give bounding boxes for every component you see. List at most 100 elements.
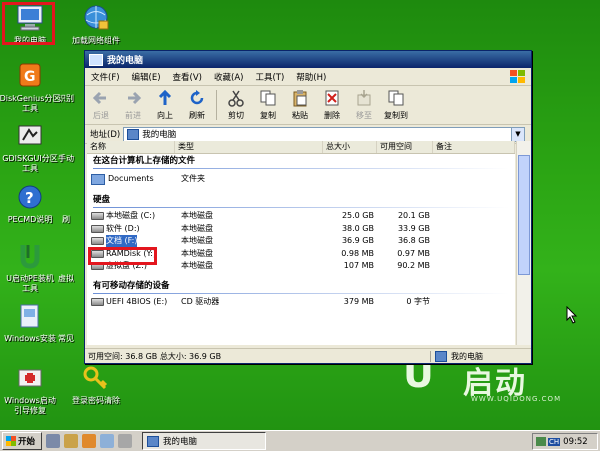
drive-total: 0.98 MB [341, 248, 374, 258]
copy-icon [260, 90, 276, 106]
title-bar[interactable]: 我的电脑 [85, 51, 531, 68]
start-button[interactable]: 开始 [2, 432, 42, 450]
file-list: 名称 类型 总大小 可用空间 备注 在这台计算机上存储的文件 Documents… [87, 141, 515, 345]
status-bar: 可用空间: 36.8 GB 总大小: 36.9 GB 我的电脑 [85, 348, 531, 363]
drive-free: 0.97 MB [397, 248, 430, 258]
up-button[interactable]: 向上 [149, 88, 181, 121]
drive-name: UEFI 4BIOS (E:) [106, 296, 168, 306]
drive-type: 本地磁盘 [181, 248, 213, 258]
refresh-button[interactable]: 刷新 [181, 88, 213, 121]
menu-favorites[interactable]: 收藏(A) [208, 71, 249, 83]
clock[interactable]: 09:52 [563, 437, 588, 447]
menu-edit[interactable]: 编辑(E) [126, 71, 167, 83]
paste-button[interactable]: 粘贴 [284, 88, 316, 121]
quicklaunch-tool-icon[interactable] [82, 434, 96, 448]
col-total[interactable]: 总大小 [323, 141, 377, 153]
col-name[interactable]: 名称 [87, 141, 175, 153]
menu-tools[interactable]: 工具(T) [249, 71, 290, 83]
taskbar: 开始 我的电脑 CH 09:52 [0, 430, 600, 451]
drive-total: 38.0 GB [341, 223, 374, 233]
partial-app-icon [51, 302, 81, 332]
gdiskgui-icon [15, 122, 45, 152]
cd-drive-icon [91, 297, 104, 306]
desktop-icon-partial-2[interactable]: 手动 [46, 122, 86, 164]
quicklaunch-disk-icon[interactable] [100, 434, 114, 448]
address-dropdown-icon[interactable]: ▼ [511, 127, 524, 141]
quicklaunch-eraser-icon[interactable] [118, 434, 132, 448]
col-free[interactable]: 可用空间 [377, 141, 433, 153]
address-label: 地址(D) [90, 130, 121, 140]
quicklaunch-pen-icon[interactable] [46, 434, 60, 448]
drive-row-d[interactable]: 软件 (D:) 本地磁盘 38.0 GB 33.9 GB [87, 223, 515, 236]
toolbar: 后退 前进 向上 刷新 剪切 复制 粘贴 删除 移至 复制到 [85, 86, 531, 125]
delete-icon [325, 90, 339, 106]
address-input[interactable]: 我的电脑 ▼ [123, 126, 525, 142]
delete-label: 删除 [324, 111, 340, 120]
cut-label: 剪切 [228, 111, 244, 120]
drive-row-e[interactable]: UEFI 4BIOS (E:) CD 驱动器 379 MB 0 字节 [87, 296, 515, 309]
desktop-icon-partial-3[interactable]: 刷 [46, 183, 86, 225]
move-to-label: 移至 [356, 111, 372, 120]
taskbar-computer-icon [147, 435, 159, 447]
status-text: 可用空间: 36.8 GB 总大小: 36.9 GB [85, 350, 431, 362]
forward-button[interactable]: 前进 [117, 88, 149, 121]
desktop-icon-label: 识别 [58, 94, 74, 103]
svg-text:?: ? [25, 189, 34, 207]
drive-free: 90.2 MB [397, 261, 430, 270]
scrollbar-thumb[interactable] [518, 155, 530, 275]
desktop-icon-partial-4[interactable]: 虚拟 [46, 242, 86, 284]
desktop-icon-label: 常见 [58, 334, 74, 343]
drive-total: 107 MB [343, 261, 374, 270]
desktop-icon-label: 刷 [62, 215, 70, 224]
status-computer-icon [435, 350, 447, 362]
desktop-icon-partial-1[interactable]: 识别 [46, 62, 86, 104]
drive-total: 36.9 GB [341, 236, 374, 245]
drive-row-c[interactable]: 本地磁盘 (C:) 本地磁盘 25.0 GB 20.1 GB [87, 210, 515, 223]
menu-file[interactable]: 文件(F) [85, 71, 126, 83]
taskbar-window-my-computer[interactable]: 我的电脑 [142, 432, 266, 450]
scissors-icon [228, 90, 244, 107]
desktop-icon-password[interactable]: 登录密码清除 [56, 364, 136, 406]
svg-text:G: G [24, 69, 36, 85]
help-icon: ? [15, 183, 45, 213]
language-indicator[interactable]: CH [548, 437, 561, 446]
hard-drive-icon [91, 224, 104, 233]
my-computer-highlight [2, 2, 55, 45]
installer-icon [15, 242, 45, 272]
desktop-icon-partial-5[interactable]: 常见 [46, 302, 86, 344]
desktop-icon-label-2: 工具 [22, 104, 38, 113]
drive-type: 本地磁盘 [181, 223, 213, 233]
paste-label: 粘贴 [292, 111, 308, 120]
up-arrow-icon [158, 89, 172, 105]
item-name: Documents [108, 174, 154, 183]
menu-view[interactable]: 查看(V) [167, 71, 208, 83]
network-globe-icon [81, 4, 111, 34]
partial-app-icon [51, 183, 81, 213]
drive-row-f[interactable]: 文档 (F:) 本地磁盘 36.9 GB 36.8 GB [87, 235, 515, 248]
col-type[interactable]: 类型 [175, 141, 323, 153]
col-note[interactable]: 备注 [433, 141, 515, 153]
system-tray: CH 09:52 [532, 433, 598, 450]
desktop-icon-network[interactable]: 加载网络组件 [59, 4, 133, 46]
group-stored: 在这台计算机上存储的文件 [93, 156, 196, 166]
desktop-icon-boot-repair[interactable]: Windows启动 引导修复 [0, 364, 61, 416]
copy-button[interactable]: 复制 [252, 88, 284, 121]
back-button[interactable]: 后退 [85, 88, 117, 121]
drive-free: 33.9 GB [397, 223, 430, 233]
delete-button[interactable]: 删除 [316, 88, 348, 121]
drive-free: 0 字节 [406, 296, 430, 306]
cut-button[interactable]: 剪切 [220, 88, 252, 121]
refresh-icon [190, 90, 204, 105]
menu-help[interactable]: 帮助(H) [290, 71, 332, 83]
list-item[interactable]: Documents 文件夹 [87, 171, 515, 187]
copy-to-button[interactable]: 复制到 [380, 88, 412, 121]
keyboard-icon[interactable] [536, 437, 546, 446]
drive-name: 软件 (D:) [106, 223, 140, 233]
column-headers: 名称 类型 总大小 可用空间 备注 [87, 141, 515, 154]
status-location: 我的电脑 [431, 350, 531, 362]
brand-url: WWW.UQIDONG.COM [471, 395, 562, 403]
vertical-scrollbar[interactable] [516, 141, 531, 345]
move-to-button[interactable]: 移至 [348, 88, 380, 121]
diskgenius-icon: G [15, 62, 45, 92]
quicklaunch-lock-icon[interactable] [64, 434, 78, 448]
